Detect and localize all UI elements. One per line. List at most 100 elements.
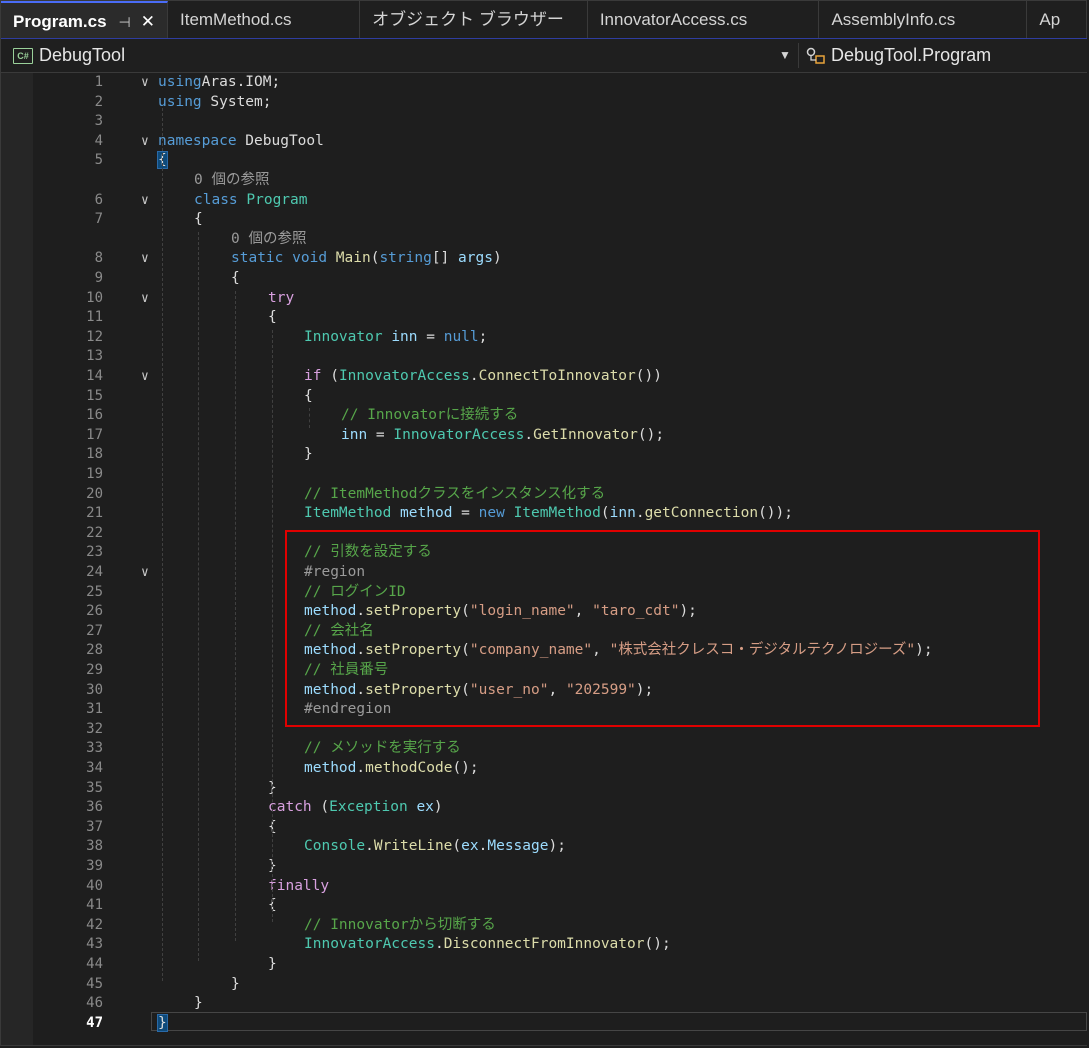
reference-count[interactable]: 0 個の参照 [231, 230, 306, 250]
line-number: 22 [86, 524, 103, 541]
code-line[interactable]: 36 catch (Exception ex) [1, 798, 1087, 818]
divider [798, 43, 799, 68]
code-line[interactable]: 34 method.methodCode(); [1, 759, 1087, 779]
code-line[interactable]: 35} [1, 779, 1087, 799]
code-line[interactable]: 43 InnovatorAccess.DisconnectFromInnovato… [1, 935, 1087, 955]
fold-chevron-icon[interactable]: ∨ [141, 132, 149, 152]
line-number: 9 [94, 270, 103, 286]
tab-innovatoraccess-cs[interactable]: InnovatorAccess.cs [588, 1, 820, 38]
code-text: } [231, 975, 240, 992]
code-line[interactable]: 9{ [1, 269, 1087, 289]
class-dropdown[interactable]: DebugTool.Program [805, 39, 991, 72]
code-text: inn = InnovatorAccess.GetInnovator(); [341, 426, 665, 443]
code-line[interactable]: 37{ [1, 818, 1087, 838]
code-text: } [157, 1013, 168, 1032]
code-line[interactable]: 19 [1, 465, 1087, 485]
line-number: 38 [86, 838, 103, 855]
fold-chevron-icon[interactable]: ∨ [141, 73, 149, 93]
line-number: 39 [86, 858, 103, 874]
fold-chevron-icon[interactable]: ∨ [141, 563, 149, 583]
code-line[interactable]: 16 // Innovatorに接続する [1, 406, 1087, 426]
line-number: 10 [86, 289, 103, 306]
tab-overflow[interactable]: Ap [1027, 1, 1087, 38]
line-number: 18 [86, 446, 103, 463]
code-line[interactable]: 41{ [1, 896, 1087, 916]
indent-guide [272, 329, 273, 922]
line-number: 6 [94, 191, 103, 208]
code-line[interactable]: 20 // ItemMethodクラスをインスタンス化する [1, 485, 1087, 505]
document-tab-strip: Program.cs ⊣ ✕ ItemMethod.cs オブジェクト ブラウザー … [1, 1, 1087, 40]
fold-chevron-icon[interactable]: ∨ [141, 249, 149, 269]
tab-object-browser[interactable]: オブジェクト ブラウザー [360, 1, 588, 38]
code-text: catch (Exception ex) [268, 799, 443, 816]
code-line[interactable]: 4 ∨ namespace DebugTool [1, 132, 1087, 152]
line-number: 36 [86, 799, 103, 816]
fold-chevron-icon[interactable]: ∨ [141, 367, 149, 387]
highlight-box [285, 530, 1040, 727]
code-text: if (InnovatorAccess.ConnectToInnovator()… [304, 368, 662, 384]
code-line[interactable]: 6 ∨ class Program [1, 191, 1087, 211]
fold-chevron-icon[interactable]: ∨ [141, 289, 149, 309]
tab-label: ItemMethod.cs [180, 10, 292, 29]
line-number: 3 [94, 113, 103, 130]
code-line[interactable]: 33 // メソッドを実行する [1, 739, 1087, 759]
code-line[interactable]: 44} [1, 955, 1087, 975]
tab-assemblyinfo-cs[interactable]: AssemblyInfo.cs [819, 1, 1028, 38]
indent-guide [198, 231, 199, 961]
tab-label: Ap [1039, 10, 1061, 29]
close-icon[interactable]: ✕ [141, 12, 155, 31]
code-line[interactable]: 10 ∨ try [1, 289, 1087, 309]
tab-program-cs[interactable]: Program.cs ⊣ ✕ [1, 1, 168, 38]
code-line[interactable]: 17 inn = InnovatorAccess.GetInnovator(); [1, 426, 1087, 446]
line-number: 14 [86, 368, 103, 384]
code-line[interactable]: 3 [1, 112, 1087, 132]
line-number: 26 [86, 603, 103, 620]
reference-count[interactable]: 0 個の参照 [194, 171, 269, 191]
code-line[interactable]: 8 ∨ static void Main(string[] args) [1, 249, 1087, 269]
line-number: 43 [86, 936, 103, 953]
codelens-reference-line[interactable]: 0 個の参照 [1, 230, 1087, 250]
code-text: { [268, 309, 277, 326]
code-line[interactable]: 11 { [1, 308, 1087, 328]
code-line[interactable]: 14 ∨ if (InnovatorAccess.ConnectToInnovato… [1, 367, 1087, 387]
code-text: } [304, 446, 313, 463]
code-line[interactable]: 1 ∨ usingAras.IOM; [1, 73, 1087, 93]
code-line[interactable]: 18} [1, 445, 1087, 465]
code-line[interactable]: 47} [1, 1013, 1087, 1034]
code-line[interactable]: 39} [1, 857, 1087, 877]
line-number: 5 [94, 152, 103, 169]
code-line[interactable]: 13 [1, 347, 1087, 367]
code-line[interactable]: 46} [1, 994, 1087, 1014]
line-number: 19 [86, 466, 103, 482]
code-line[interactable]: 15 { [1, 387, 1087, 407]
pin-icon[interactable]: ⊣ [119, 14, 131, 30]
chevron-down-icon[interactable]: ▼ [776, 39, 794, 72]
line-number: 1 [94, 74, 103, 90]
line-number: 23 [86, 544, 103, 561]
tab-itemmethod-cs[interactable]: ItemMethod.cs [168, 1, 361, 38]
code-line[interactable]: 45} [1, 975, 1087, 995]
project-dropdown[interactable]: C# DebugTool [13, 39, 125, 72]
code-line[interactable]: 40 finally [1, 877, 1087, 897]
line-number: 25 [86, 583, 103, 600]
code-text: // メソッドを実行する [304, 740, 461, 757]
line-number: 2 [94, 93, 103, 110]
code-line[interactable]: 12 Innovator inn = null; [1, 328, 1087, 348]
line-number: 31 [86, 701, 103, 718]
code-line[interactable]: 21 ItemMethod method = new ItemMethod(inn… [1, 504, 1087, 524]
line-number: 37 [86, 818, 103, 835]
line-number: 15 [86, 387, 103, 404]
code-line[interactable]: 7{ [1, 210, 1087, 230]
code-text: namespace DebugTool [158, 132, 324, 149]
code-line[interactable]: 5{ [1, 151, 1087, 171]
class-icon [806, 47, 825, 64]
codelens-reference-line[interactable]: 0 個の参照 [1, 171, 1087, 191]
code-text: ItemMethod method = new ItemMethod(inn.g… [304, 505, 793, 522]
code-line[interactable]: 42 // Innovatorから切断する [1, 916, 1087, 936]
code-text: static void Main(string[] args) [231, 250, 502, 267]
line-number: 29 [86, 662, 103, 678]
fold-chevron-icon[interactable]: ∨ [141, 191, 149, 211]
code-line[interactable]: 38 Console.WriteLine(ex.Message); [1, 837, 1087, 857]
code-line[interactable]: 2 using System; [1, 93, 1087, 113]
code-text: finally [268, 877, 330, 894]
